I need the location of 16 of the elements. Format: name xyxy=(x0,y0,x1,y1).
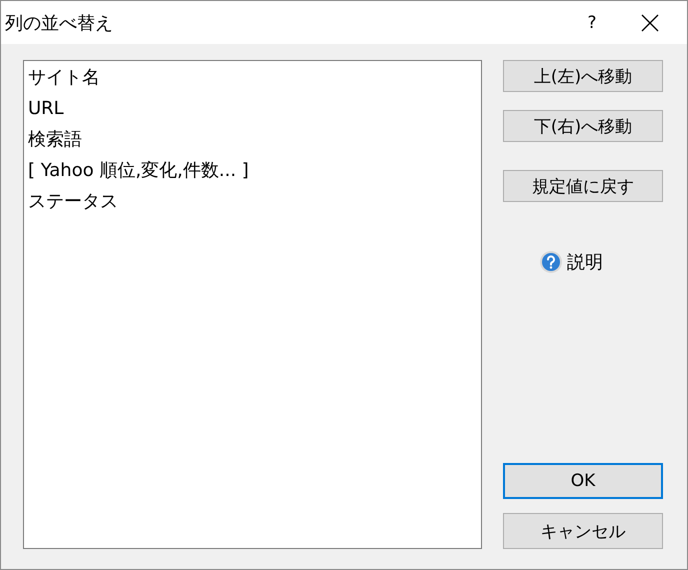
close-icon xyxy=(641,14,659,32)
help-link[interactable]: 説明 xyxy=(539,250,663,274)
list-item[interactable]: URL xyxy=(28,93,477,124)
action-button[interactable]: 下(右)へ移動 xyxy=(503,110,663,142)
help-button[interactable]: ? xyxy=(569,1,615,44)
action-button[interactable]: 上(左)へ移動 xyxy=(503,60,663,92)
column-list[interactable]: サイト名 URL 検索語 [ Yahoo 順位,変化,件数... ] ステータス xyxy=(23,60,482,549)
window-title: 列の並べ替え xyxy=(5,12,114,34)
list-item[interactable]: ステータス xyxy=(28,186,477,217)
list-item[interactable]: [ Yahoo 順位,変化,件数... ] xyxy=(28,155,477,186)
ok-button[interactable]: OK xyxy=(503,463,663,499)
action-button[interactable]: 規定値に戻す xyxy=(503,170,663,202)
list-item[interactable]: サイト名 xyxy=(28,62,477,93)
cancel-button[interactable]: キャンセル xyxy=(503,513,663,549)
list-item[interactable]: 検索語 xyxy=(28,124,477,155)
help-icon xyxy=(539,250,563,274)
